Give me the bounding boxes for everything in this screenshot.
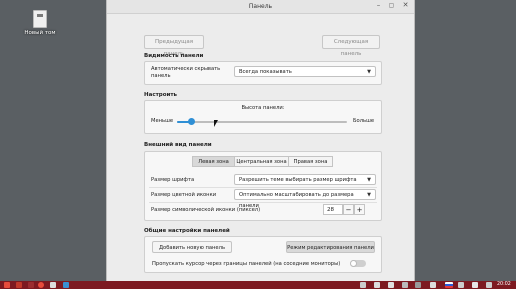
window-title: Панель bbox=[248, 3, 273, 10]
increase-button[interactable]: + bbox=[354, 204, 365, 215]
app-icon[interactable] bbox=[16, 282, 22, 288]
update-icon[interactable] bbox=[402, 282, 408, 288]
close-icon[interactable]: ✕ bbox=[401, 1, 410, 10]
symbolic-icon-size-label: Размер символической иконки (пиксел) bbox=[151, 207, 261, 213]
decrease-button[interactable]: − bbox=[343, 204, 354, 215]
volume-icon[interactable] bbox=[374, 282, 380, 288]
color-icon-size-select[interactable]: Оптимально масштабировать до размера пан… bbox=[234, 189, 376, 209]
tab-right-zone[interactable]: Правая зона bbox=[288, 156, 333, 167]
taskbar: 20:02 bbox=[0, 281, 516, 289]
tab-left-zone[interactable]: Левая зона bbox=[192, 156, 235, 167]
divider bbox=[149, 202, 377, 203]
autohide-label: Автоматически скрывать панель bbox=[151, 66, 221, 79]
pass-cursor-label: Пропускать курсор через границы панелей … bbox=[152, 261, 341, 267]
tray-icon[interactable] bbox=[486, 282, 492, 288]
general-section: Добавить новую панель Режим редактирован… bbox=[144, 236, 382, 273]
app-icon[interactable] bbox=[28, 282, 34, 288]
settings-icon[interactable] bbox=[63, 282, 69, 288]
keyboard-layout-icon[interactable] bbox=[445, 282, 453, 288]
desktop-icon-label: Новый том bbox=[24, 30, 56, 36]
font-size-select[interactable]: Разрешить теме выбирать размер шрифта ▼ bbox=[234, 174, 376, 185]
add-panel-button[interactable]: Добавить новую панель bbox=[152, 241, 232, 253]
font-size-label: Размер шрифта bbox=[151, 177, 195, 183]
tray-icon[interactable] bbox=[472, 282, 478, 288]
title-bar: Панель – ▢ ✕ bbox=[107, 0, 414, 14]
tray-icon[interactable] bbox=[430, 282, 436, 288]
tray-icon[interactable] bbox=[415, 282, 421, 288]
appearance-section: Левая зона Центральная зона Правая зона … bbox=[144, 151, 382, 221]
dropdown-arrow-icon: ▼ bbox=[367, 69, 371, 75]
general-section-title: Общие настройки панелей bbox=[144, 228, 230, 234]
customize-section: Высота панели: Меньше Больше bbox=[144, 100, 382, 134]
toggle-knob bbox=[350, 260, 357, 267]
divider bbox=[149, 187, 377, 188]
pass-cursor-toggle[interactable] bbox=[350, 260, 366, 267]
previous-panel-button[interactable]: Предыдущая панель bbox=[144, 35, 204, 57]
visibility-section: Автоматически скрывать панель Всегда пок… bbox=[144, 61, 382, 85]
slider-more-label: Больше bbox=[353, 118, 375, 124]
maximize-icon[interactable]: ▢ bbox=[387, 1, 396, 10]
edit-mode-button[interactable]: Режим редактирования панели bbox=[286, 241, 375, 253]
slider-less-label: Меньше bbox=[151, 118, 174, 124]
menu-icon[interactable] bbox=[4, 282, 10, 288]
height-slider-title: Высота панели: bbox=[241, 105, 285, 111]
autohide-select[interactable]: Всегда показывать ▼ bbox=[234, 66, 376, 77]
tab-center-zone[interactable]: Центральная зона bbox=[234, 156, 289, 167]
symbolic-icon-size-input[interactable]: 28 bbox=[323, 204, 343, 215]
autohide-select-value: Всегда показывать bbox=[239, 69, 292, 75]
panel-height-slider[interactable] bbox=[177, 118, 347, 125]
color-icon-size-label: Размер цветной иконки bbox=[151, 192, 217, 198]
mouse-cursor-icon bbox=[214, 120, 218, 127]
desktop-icon-new-volume[interactable]: Новый том bbox=[22, 10, 58, 36]
files-icon[interactable] bbox=[50, 282, 56, 288]
battery-icon[interactable] bbox=[388, 282, 394, 288]
customize-section-title: Настроить bbox=[144, 92, 177, 98]
tray-icon[interactable] bbox=[458, 282, 464, 288]
slider-handle[interactable] bbox=[187, 118, 195, 125]
font-size-select-value: Разрешить теме выбирать размер шрифта bbox=[239, 177, 357, 183]
minimize-icon[interactable]: – bbox=[374, 1, 383, 10]
panel-settings-window: Панель – ▢ ✕ Предыдущая панель Следующая… bbox=[106, 0, 415, 281]
clock[interactable]: 20:02 bbox=[497, 282, 511, 288]
dropdown-arrow-icon: ▼ bbox=[367, 192, 371, 198]
next-panel-button[interactable]: Следующая панель bbox=[322, 35, 380, 57]
dropdown-arrow-icon: ▼ bbox=[367, 177, 371, 183]
drive-icon bbox=[33, 10, 47, 28]
appearance-section-title: Внешний вид панели bbox=[144, 142, 212, 148]
visibility-section-title: Видимость панели bbox=[144, 53, 204, 59]
network-icon[interactable] bbox=[360, 282, 366, 288]
browser-icon[interactable] bbox=[38, 282, 44, 288]
